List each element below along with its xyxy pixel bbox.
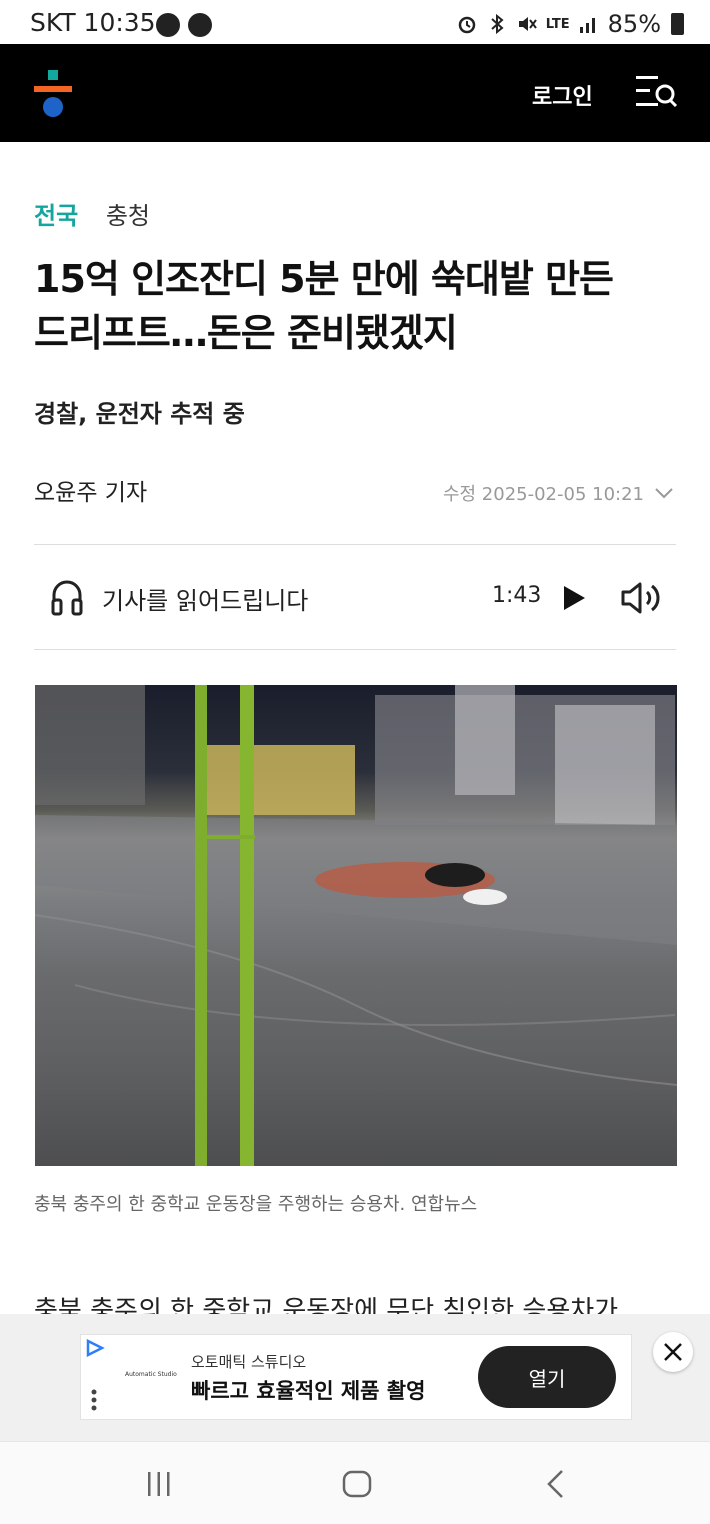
recent-apps-icon[interactable] (145, 1470, 173, 1498)
audio-player: 기사를 읽어드립니다 1:43 (34, 545, 676, 649)
volume-icon[interactable] (620, 581, 664, 615)
bluetooth-icon (491, 13, 504, 35)
modified-date[interactable]: 수정 2025-02-05 10:21 (443, 480, 674, 506)
status-bar: SKT 10:35 LTE 85% (0, 0, 710, 44)
login-link[interactable]: 로그인 (532, 79, 593, 111)
notification-sync-icon (188, 13, 212, 37)
author-byline[interactable]: 오윤주 기자 (34, 473, 147, 507)
modified-date-text: 수정 2025-02-05 10:21 (442, 484, 644, 505)
photo-caption: 충북 충주의 한 중학교 운동장을 주행하는 승용차. 연합뉴스 (34, 1194, 478, 1215)
breadcrumb-subsection[interactable]: 충청 (106, 202, 150, 230)
notification-app-icon (156, 13, 180, 37)
ad-choices-icon[interactable] (85, 1339, 105, 1357)
chevron-down-icon (655, 488, 673, 499)
close-icon (664, 1343, 682, 1361)
ad-close-button[interactable] (653, 1332, 693, 1372)
photo-illustration (35, 685, 677, 1166)
alarm-icon (458, 16, 476, 34)
home-icon[interactable] (341, 1469, 373, 1499)
back-icon[interactable] (545, 1468, 567, 1500)
battery-icon (671, 13, 684, 35)
audio-duration: 1:43 (492, 583, 542, 608)
site-logo[interactable] (34, 70, 72, 120)
network-type: LTE (545, 16, 570, 32)
article-title: 15억 인조잔디 5분 만에 쑥대밭 만든 드리프트…돈은 준비됐겠지 (34, 252, 674, 360)
battery-percent: 85% (607, 10, 661, 38)
article-title-line: 드리프트…돈은 준비됐겠지 (34, 311, 458, 355)
article-subtitle: 경찰, 운전자 추적 중 (34, 400, 245, 428)
breadcrumb: 전국 충청 (34, 196, 150, 231)
ad-headline: 빠르고 효율적인 제품 촬영 (191, 1379, 426, 1403)
headphones-icon (51, 580, 83, 616)
status-carrier-time: SKT 10:35 (30, 8, 156, 37)
menu-search-icon[interactable] (634, 74, 678, 110)
ad-open-button[interactable]: 열기 (478, 1346, 616, 1408)
site-header: 로그인 (0, 44, 710, 142)
ad-logo: Automatic Studio (125, 1371, 177, 1378)
play-icon[interactable] (562, 585, 586, 611)
system-nav-bar (0, 1441, 710, 1524)
ad-content[interactable]: Automatic Studio 오토매틱 스튜디오 빠르고 효율적인 제품 촬… (80, 1334, 632, 1420)
ad-banner: Automatic Studio 오토매틱 스튜디오 빠르고 효율적인 제품 촬… (0, 1314, 710, 1441)
status-icons: LTE 85% (456, 10, 684, 38)
divider (34, 649, 676, 650)
ad-advertiser: 오토매틱 스튜디오 (191, 1353, 307, 1371)
audio-player-label: 기사를 읽어드립니다 (102, 587, 309, 615)
breadcrumb-section[interactable]: 전국 (34, 202, 78, 230)
more-options-icon[interactable] (90, 1389, 98, 1411)
article-title-line: 15억 인조잔디 5분 만에 쑥대밭 만든 (34, 257, 614, 301)
signal-icon (579, 18, 595, 33)
article-photo[interactable] (35, 685, 677, 1166)
mute-icon (518, 17, 537, 31)
